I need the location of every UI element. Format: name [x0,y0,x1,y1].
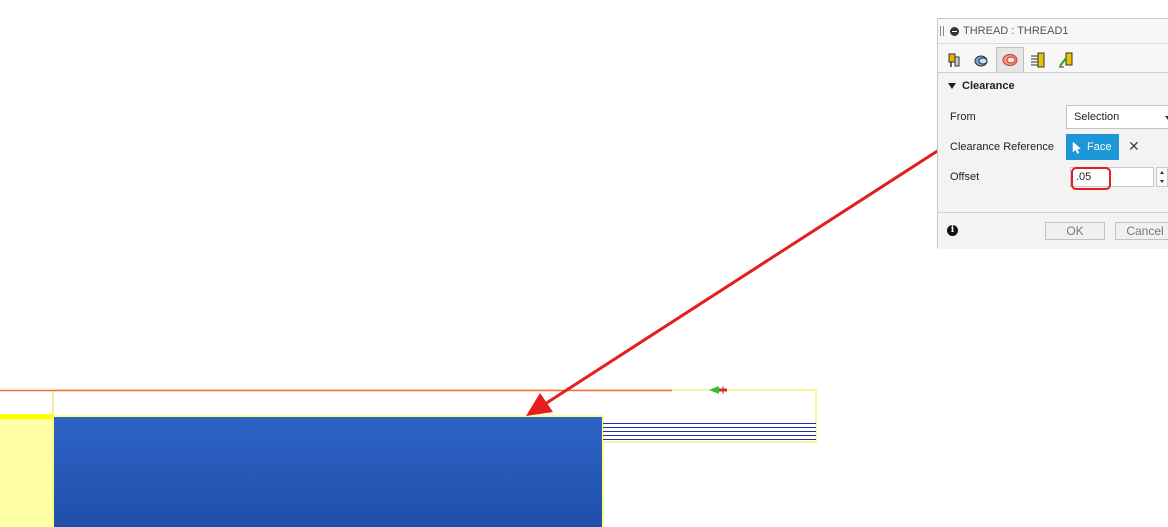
collapse-icon[interactable] [950,26,959,36]
dialog-tabs [938,44,1168,73]
part-body[interactable] [54,417,602,527]
section-title: Clearance [962,80,1015,92]
stock-edge [0,414,53,419]
stock-body [0,415,53,527]
linking-tab-icon [1059,52,1073,68]
dialog-title: THREAD : THREAD1 [963,25,1069,37]
clearance-reference-label: Clearance Reference [950,141,1054,153]
thread-pass-lines [603,423,816,440]
collapse-triangle-icon[interactable] [948,83,956,89]
clearance-section-header[interactable]: Clearance [938,73,1168,99]
passes-tab-icon [1031,52,1045,68]
offset-annotation-highlight [1071,167,1111,190]
ok-button[interactable]: OK [1045,222,1105,240]
clearance-tab-icon [1002,54,1018,66]
spin-down-icon[interactable] [1160,180,1164,183]
tool-tab-icon [948,53,960,67]
tab-linking[interactable] [1052,47,1080,72]
tab-geometry[interactable] [968,47,996,72]
dialog-titlebar[interactable]: THREAD : THREAD1 [938,19,1168,44]
offset-label: Offset [950,171,980,183]
face-select-button[interactable]: Face [1066,134,1119,160]
annotation-arrow [526,146,943,416]
dialog-footer: i OK Cancel [938,212,1168,249]
tab-tool[interactable] [940,47,968,72]
thread-dialog: THREAD : THREAD1 Clearance From Selectio… [937,18,1168,249]
face-button-label: Face [1087,141,1112,153]
tab-clearance[interactable] [996,47,1024,72]
tool-marker-icon [709,386,727,394]
from-dropdown[interactable]: Selection [1066,105,1168,129]
from-label: From [950,111,976,123]
cancel-button[interactable]: Cancel [1115,222,1168,240]
offset-spinner[interactable] [1156,167,1168,187]
tab-passes[interactable] [1024,47,1052,72]
from-dropdown-value: Selection [1074,111,1120,123]
clear-selection-icon[interactable]: ✕ [1128,139,1140,153]
geometry-tab-icon [974,55,988,67]
cursor-arrow-icon [1072,140,1082,154]
info-icon[interactable]: i [947,225,958,236]
drag-handle-icon[interactable] [940,26,944,36]
spin-up-icon[interactable] [1160,171,1164,174]
